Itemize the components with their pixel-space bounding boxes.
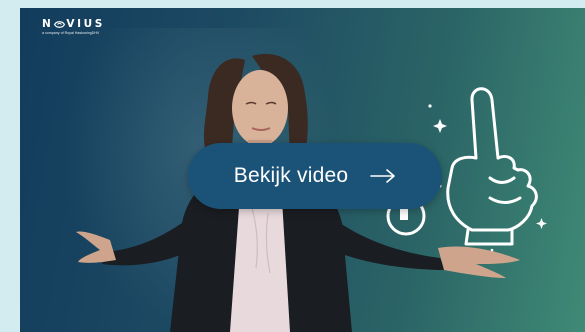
- presenter-right-hand: [438, 246, 520, 278]
- video-thumbnail[interactable]: N VIUS a company of Royal HaskoningDHV B…: [20, 8, 585, 332]
- eye-o-icon: [54, 20, 66, 28]
- watch-video-button[interactable]: Bekijk video: [188, 143, 442, 209]
- watch-video-label: Bekijk video: [233, 164, 349, 187]
- arrow-right-icon: [370, 169, 396, 183]
- presenter-left-hand: [76, 231, 116, 263]
- logo-letter-n: N: [42, 18, 54, 30]
- logo-letters-vius: VIUS: [66, 18, 105, 30]
- presenter-face: [232, 70, 288, 146]
- novius-logo: N VIUS a company of Royal HaskoningDHV: [42, 18, 105, 36]
- logo-tagline: a company of Royal HaskoningDHV: [42, 31, 100, 35]
